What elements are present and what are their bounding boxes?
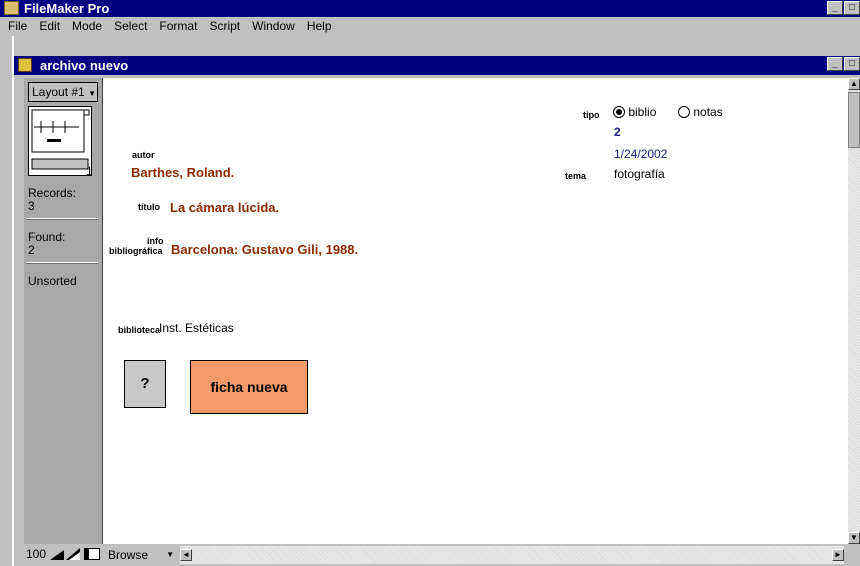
doc-minimize-button[interactable]: _ [827, 57, 843, 71]
scroll-right-icon[interactable]: ► [832, 549, 844, 561]
records-label: Records: [28, 186, 77, 200]
found-label: Found: [28, 230, 66, 244]
mode-dropdown[interactable]: Browse ▼ [104, 546, 178, 564]
status-area-toggle-icon[interactable] [84, 548, 100, 563]
record-content [103, 78, 848, 544]
sort-state: Unsorted [28, 274, 77, 288]
tema-label: tema [565, 171, 587, 181]
titulo-field[interactable]: La cámara lúcida. [170, 200, 279, 215]
menu-window[interactable]: Window [252, 17, 295, 36]
scroll-left-icon[interactable]: ◄ [180, 549, 192, 561]
radio-empty-icon [678, 106, 690, 118]
filemaker-app-icon[interactable] [4, 1, 19, 15]
tipo-radio-biblio[interactable]: biblio [613, 105, 656, 119]
zoom-in-icon[interactable] [66, 548, 80, 563]
autor-label: autor [132, 150, 155, 160]
tipo-option-notas: notas [693, 105, 723, 119]
info-bibliografica-field[interactable]: Barcelona: Gustavo Gili, 1988. [171, 242, 358, 257]
menu-script[interactable]: Script [209, 17, 240, 36]
menu-edit[interactable]: Edit [39, 17, 60, 36]
autor-field[interactable]: Barthes, Roland. [131, 165, 234, 180]
zoom-out-icon[interactable] [50, 548, 64, 563]
document-title: archivo nuevo [40, 58, 129, 73]
vertical-scrollbar[interactable]: ▲ ▼ [848, 78, 860, 544]
new-record-button[interactable]: ficha nueva [190, 360, 308, 414]
layout-dropdown[interactable]: Layout #1 ▼ [28, 82, 98, 102]
document-title-bar: archivo nuevo _ □ [14, 56, 860, 75]
scroll-up-icon[interactable]: ▲ [848, 78, 860, 90]
tipo-option-biblio: biblio [628, 105, 657, 119]
info-label-line2: bibliográfica [109, 246, 163, 256]
help-button[interactable]: ? [124, 360, 166, 408]
doc-maximize-button[interactable]: □ [844, 57, 860, 71]
layout-label: Layout #1 [32, 85, 85, 99]
status-divider [26, 218, 98, 220]
biblioteca-field[interactable]: Inst. Estéticas [159, 321, 234, 335]
book-icon [31, 109, 90, 170]
menu-format[interactable]: Format [159, 17, 197, 36]
tipo-label: tipo [583, 110, 600, 120]
app-title: FileMaker Pro [24, 1, 110, 16]
record-book[interactable] [28, 106, 92, 176]
tipo-radio-notas[interactable]: notas [678, 105, 723, 119]
document-icon[interactable] [18, 58, 32, 72]
records-value: 3 [28, 199, 35, 213]
zoom-level: 100 [26, 547, 47, 561]
biblioteca-label: biblioteca [118, 325, 161, 335]
date-field[interactable]: 1/24/2002 [614, 147, 667, 161]
status-divider [26, 262, 98, 264]
menu-select[interactable]: Select [114, 17, 147, 36]
record-number-field[interactable]: 2 [614, 125, 621, 139]
chevron-down-icon: ▼ [88, 89, 96, 98]
menu-bar: File Edit Mode Select Format Script Wind… [0, 17, 860, 36]
menu-help[interactable]: Help [307, 17, 332, 36]
app-title-bar: FileMaker Pro _ □ [0, 0, 860, 17]
radio-selected-icon [613, 106, 625, 118]
menu-mode[interactable]: Mode [72, 17, 102, 36]
found-value: 2 [28, 243, 35, 257]
minimize-button[interactable]: _ [827, 1, 843, 15]
chevron-down-icon: ▼ [166, 550, 174, 559]
mode-label: Browse [108, 548, 149, 562]
info-label-line1: info [147, 236, 164, 246]
horizontal-scrollbar[interactable]: ◄ ► [180, 546, 844, 564]
maximize-button[interactable]: □ [844, 1, 860, 15]
titulo-label: título [138, 202, 160, 212]
menu-file[interactable]: File [8, 17, 27, 36]
scroll-thumb[interactable] [848, 92, 860, 148]
scroll-down-icon[interactable]: ▼ [848, 532, 860, 544]
book-page-number: 1 [86, 164, 93, 178]
tema-field[interactable]: fotografía [614, 167, 665, 181]
